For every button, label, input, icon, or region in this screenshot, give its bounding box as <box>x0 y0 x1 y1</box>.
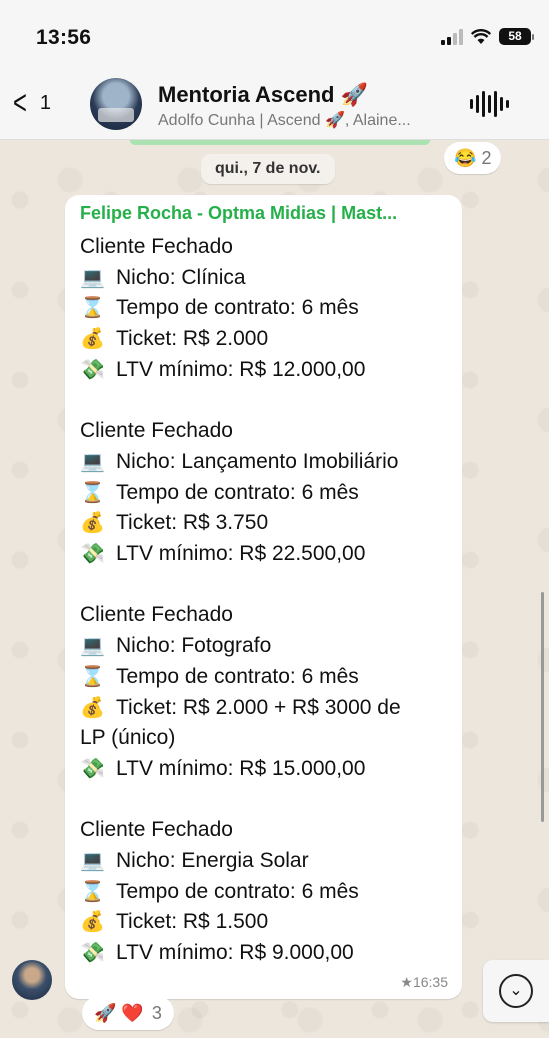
message-line: 💻 Nicho: Energia Solar <box>80 846 447 877</box>
message-line: ⌛ Tempo de contrato: 6 mês <box>80 293 447 324</box>
reaction-count: 3 <box>151 1003 162 1023</box>
message-text: Tempo de contrato: 6 mês <box>116 664 359 688</box>
message-emoji: ⌛ <box>80 297 105 320</box>
message-body: Cliente Fechado 💻 Nicho: Clínica ⌛ Tempo de … <box>80 232 447 969</box>
message-text: Tempo de contrato: 6 mês <box>116 879 359 903</box>
status-bar: 13:56 58 <box>0 0 549 78</box>
message-text: Ticket: R$ 1.500 <box>116 910 269 934</box>
message-line: Cliente Fechado <box>80 600 447 631</box>
message-line: ⌛ Tempo de contrato: 6 mês <box>80 478 447 509</box>
message-text: Ticket: R$ 2.000 + R$ 3000 de <box>116 695 401 719</box>
message-emoji: 💸 <box>80 757 105 780</box>
message-emoji: 💸 <box>80 358 105 381</box>
message-emoji: 💰 <box>80 911 105 934</box>
chevron-down-icon: ⌄ <box>499 974 533 1008</box>
message-emoji: ⌛ <box>80 880 105 903</box>
message-text: Ticket: R$ 3.750 <box>116 511 269 535</box>
reaction-badge-bottom[interactable]: 🚀 ❤️ 3 <box>82 996 174 1030</box>
message-emoji: 💻 <box>80 850 105 873</box>
scrollbar[interactable] <box>541 592 544 822</box>
message-line: 💻 Nicho: Fotografo <box>80 631 447 662</box>
battery-icon: 58 <box>499 28 534 45</box>
message-bubble[interactable]: Felipe Rocha - Optma Midias | Mast... Cl… <box>65 195 462 999</box>
message-emoji: 💸 <box>80 543 105 566</box>
message-text: Nicho: Fotografo <box>116 634 272 658</box>
message-line: 💸 LTV mínimo: R$ 12.000,00 <box>80 355 447 386</box>
message-text: Nicho: Energia Solar <box>116 849 309 873</box>
message-line: ⌛ Tempo de contrato: 6 mês <box>80 877 447 908</box>
message-line: 💰 Ticket: R$ 2.000 <box>80 324 447 355</box>
wifi-icon <box>471 28 491 44</box>
message-text: Nicho: Clínica <box>116 265 246 289</box>
message-text: Cliente Fechado <box>80 419 233 443</box>
message-line: 💻 Nicho: Lançamento Imobiliário <box>80 447 447 478</box>
message-line: 💸 LTV mínimo: R$ 22.500,00 <box>80 539 447 570</box>
voice-chat-icon[interactable] <box>470 90 509 118</box>
message-emoji: 💰 <box>80 512 105 535</box>
message-text: LP (único) <box>80 726 176 750</box>
signal-icon <box>441 28 463 45</box>
message-line: Cliente Fechado <box>80 815 447 846</box>
message-text: LTV mínimo: R$ 22.500,00 <box>116 542 366 566</box>
message-line: 💰 Ticket: R$ 2.000 + R$ 3000 de <box>80 693 447 724</box>
previous-bubble-edge <box>130 140 430 145</box>
reaction-emoji: 😂 <box>454 148 477 168</box>
chat-participants[interactable]: Adolfo Cunha | Ascend 🚀, Alaine... <box>158 110 450 130</box>
message-time: ★16:35 <box>400 974 448 990</box>
message-emoji: 💻 <box>80 450 105 473</box>
group-avatar[interactable] <box>90 78 142 130</box>
message-emoji: 💻 <box>80 266 105 289</box>
message-line: LP (único) <box>80 723 447 754</box>
message-line: 💸 LTV mínimo: R$ 9.000,00 <box>80 938 447 969</box>
message-line: 💻 Nicho: Clínica <box>80 263 447 294</box>
message-text: Nicho: Lançamento Imobiliário <box>116 449 399 473</box>
message-emoji: 💸 <box>80 942 105 965</box>
chat-header: < 1 Mentoria Ascend 🚀 Adolfo Cunha | Asc… <box>0 68 549 140</box>
message-emoji: ⌛ <box>80 665 105 688</box>
message-text: Cliente Fechado <box>80 235 233 258</box>
date-separator: qui., 7 de nov. <box>201 154 335 184</box>
sender-avatar[interactable] <box>12 960 52 1000</box>
reaction-emojis: 🚀 ❤️ <box>94 1003 144 1023</box>
unread-count: 1 <box>39 91 51 114</box>
message-line: 💰 Ticket: R$ 1.500 <box>80 907 447 938</box>
message-line: Cliente Fechado <box>80 416 447 447</box>
message-line: Cliente Fechado <box>80 232 447 263</box>
message-emoji: 💻 <box>80 635 105 658</box>
status-time: 13:56 <box>36 26 92 49</box>
message-emoji: 💰 <box>80 696 105 719</box>
message-text: Cliente Fechado <box>80 603 233 627</box>
message-text: Cliente Fechado <box>80 818 233 842</box>
message-text: Tempo de contrato: 6 mês <box>116 296 359 320</box>
message-text: Tempo de contrato: 6 mês <box>116 480 359 504</box>
chevron-left-icon: < <box>12 84 27 122</box>
back-button[interactable]: < 1 <box>10 84 51 122</box>
message-emoji: 💰 <box>80 328 105 351</box>
reaction-count: 2 <box>481 148 492 168</box>
message-line: ⌛ Tempo de contrato: 6 mês <box>80 662 447 693</box>
message-text: LTV mínimo: R$ 12.000,00 <box>116 357 366 381</box>
scroll-to-bottom-button[interactable]: ⌄ <box>483 960 549 1022</box>
chat-title[interactable]: Mentoria Ascend 🚀 <box>158 82 368 108</box>
message-text: LTV mínimo: R$ 9.000,00 <box>116 941 354 965</box>
message-line: 💰 Ticket: R$ 3.750 <box>80 508 447 539</box>
reaction-badge-top[interactable]: 😂 2 <box>444 142 502 174</box>
message-text: LTV mínimo: R$ 15.000,00 <box>116 756 366 780</box>
message-sender[interactable]: Felipe Rocha - Optma Midias | Mast... <box>80 203 447 224</box>
message-line: 💸 LTV mínimo: R$ 15.000,00 <box>80 754 447 785</box>
status-icons: 58 <box>441 28 534 45</box>
message-emoji: ⌛ <box>80 481 105 504</box>
message-text: Ticket: R$ 2.000 <box>116 327 269 351</box>
